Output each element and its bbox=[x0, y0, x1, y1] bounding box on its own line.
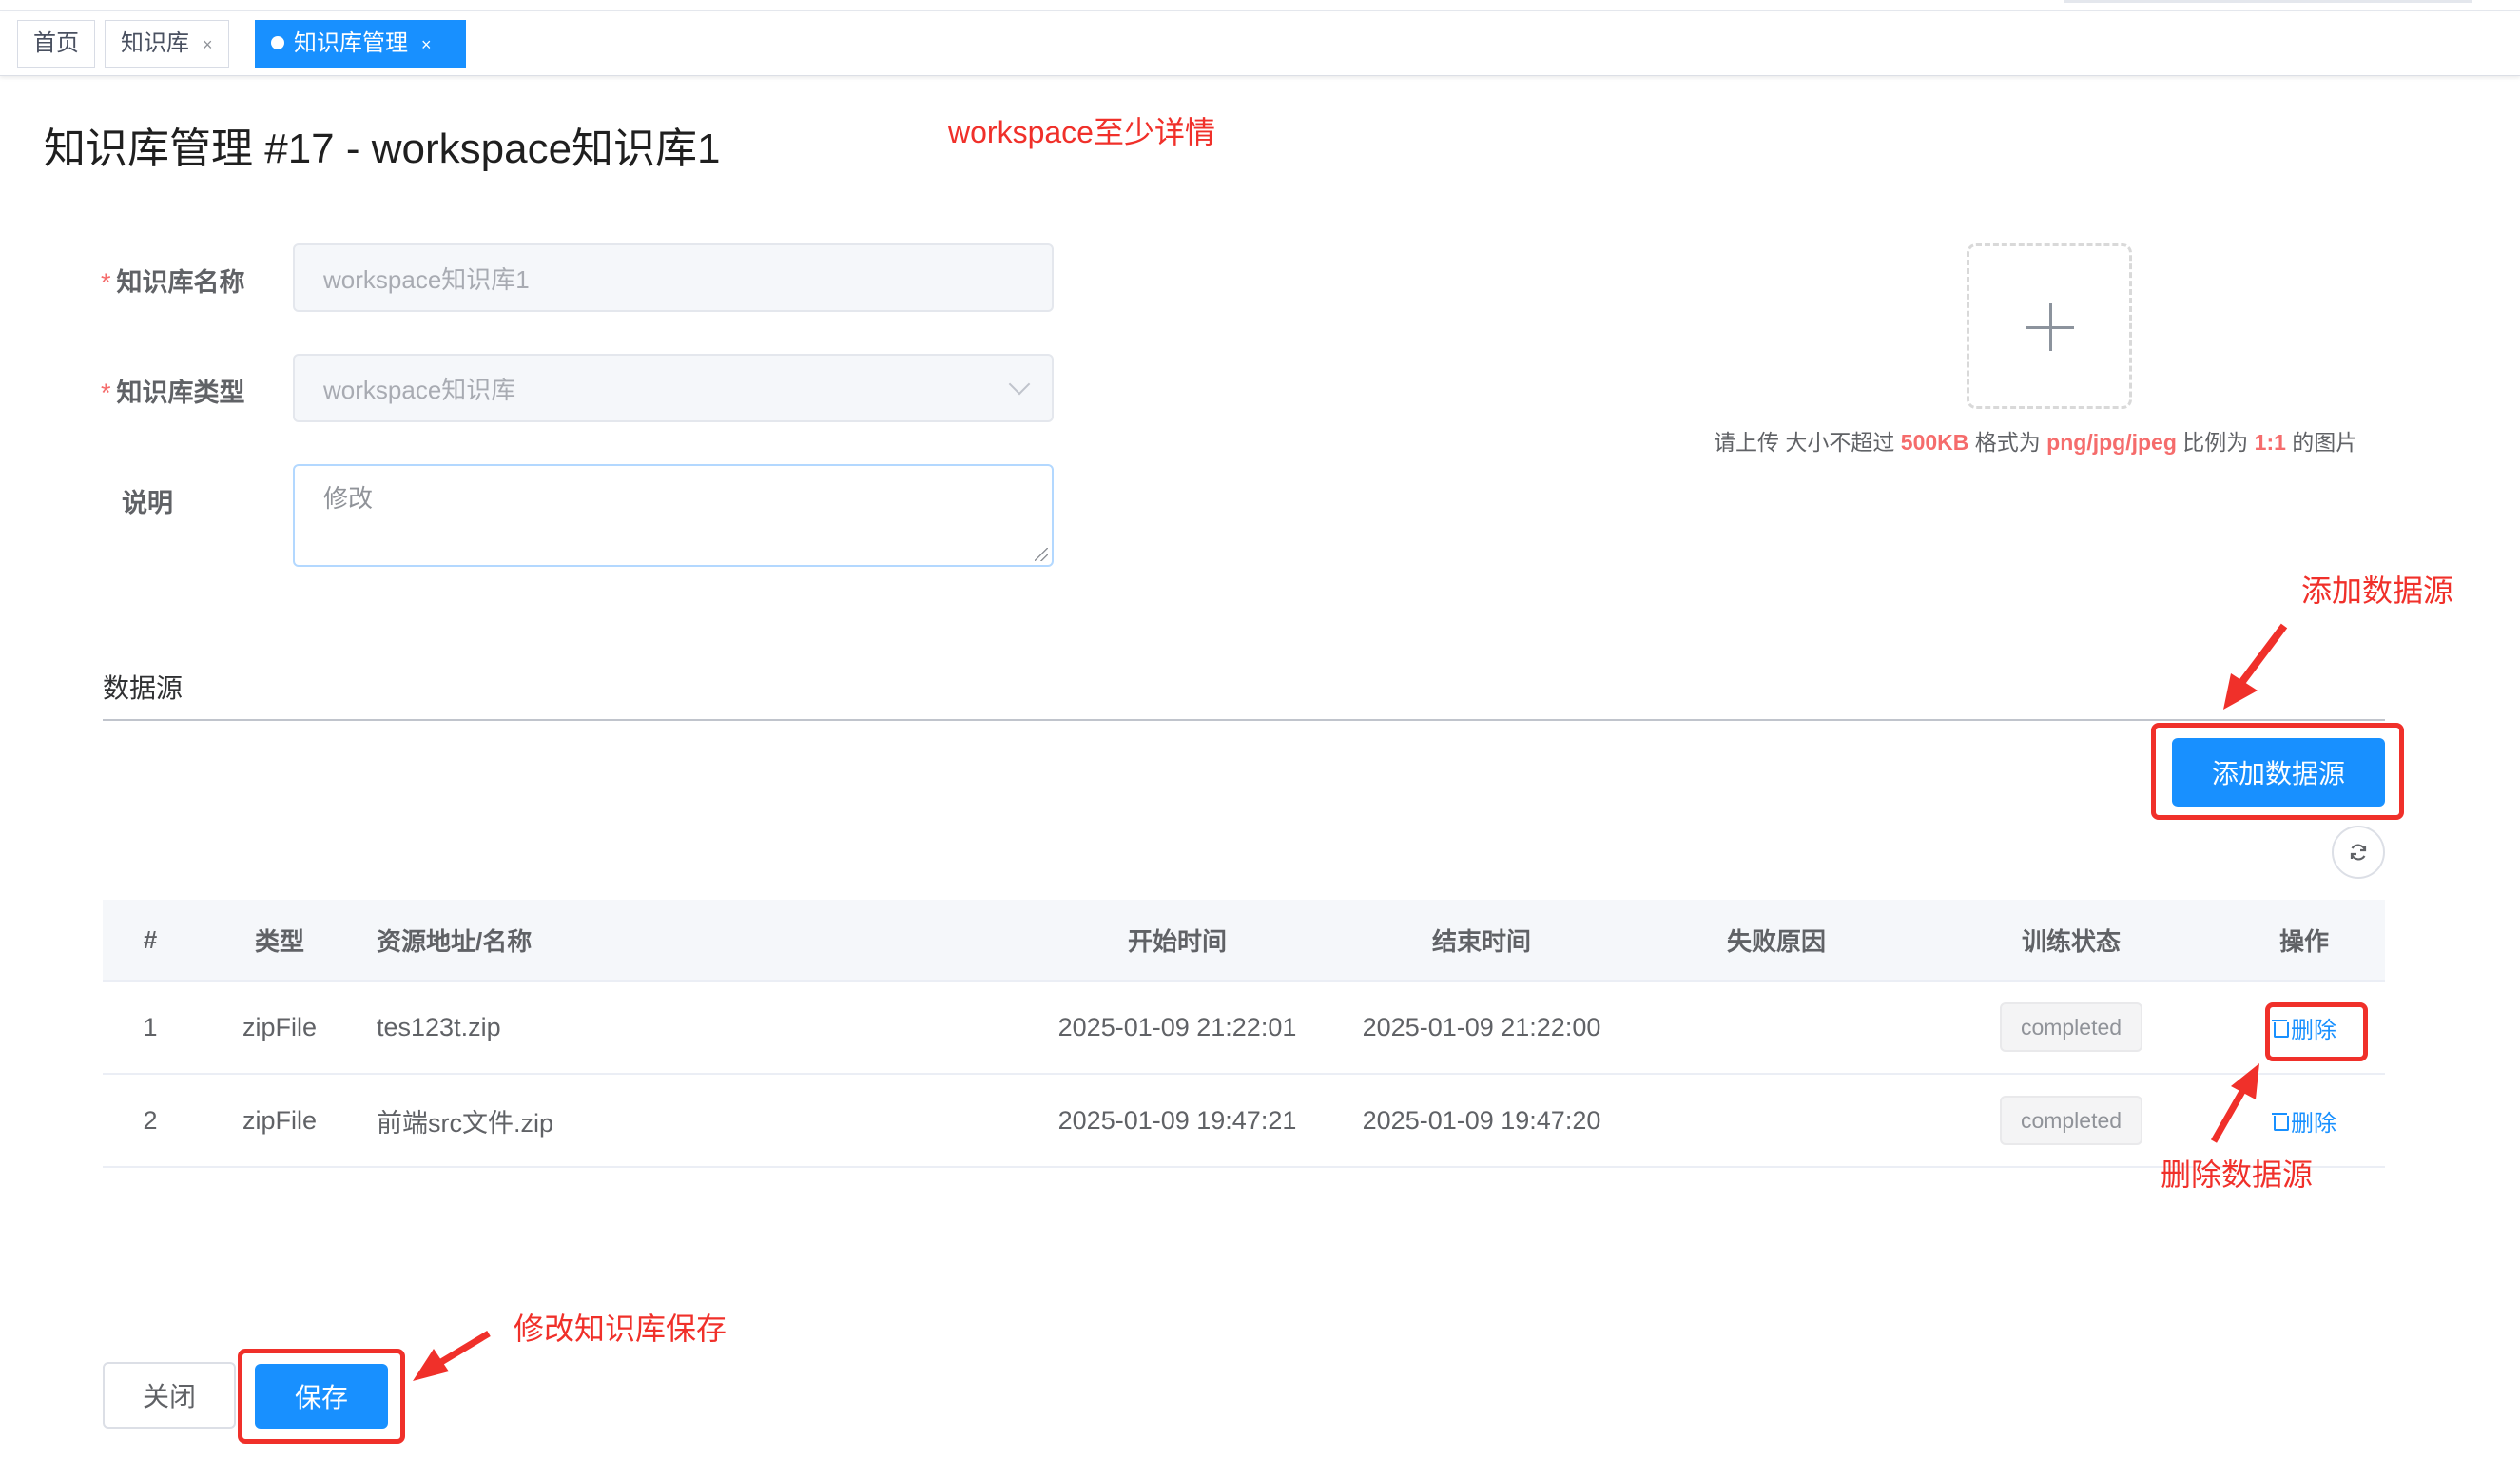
arrow-shaft bbox=[2235, 623, 2288, 690]
arrow-icon bbox=[2210, 1063, 2259, 1143]
row-resource: tes123t.zip bbox=[377, 1012, 501, 1041]
refresh-button[interactable] bbox=[2332, 826, 2385, 879]
trash-icon bbox=[2272, 1111, 2289, 1131]
upload-ratio: 1:1 bbox=[2254, 430, 2286, 455]
page-title: 知识库管理 #17 - workspace知识库1 bbox=[44, 126, 721, 172]
add-datasource-button[interactable]: 添加数据源 bbox=[2172, 738, 2385, 807]
delete-button[interactable]: 删除 bbox=[2272, 1104, 2336, 1138]
top-strip bbox=[0, 0, 2520, 11]
arrow-icon bbox=[413, 1330, 491, 1381]
row-num: 2 bbox=[143, 1105, 158, 1135]
name-label: * 知识库名称 bbox=[101, 262, 245, 299]
chevron-down-icon bbox=[1008, 373, 1031, 396]
row-type: zipFile bbox=[242, 1105, 318, 1135]
arrow-shaft bbox=[439, 1330, 491, 1366]
header-op: 操作 bbox=[2278, 926, 2329, 956]
desc-label: 说明 bbox=[122, 489, 173, 517]
page-root: 首页 知识库 × 知识库管理 × 知识库管理 #17 - workspace知识库1… bbox=[0, 0, 2520, 1459]
upload-tip-prefix: 请上传 大小不超过 bbox=[1714, 430, 1901, 455]
arrow-icon bbox=[2223, 623, 2288, 710]
upload-tip-suffix: 的图片 bbox=[2285, 430, 2358, 455]
row-resource: 前端src文件.zip bbox=[377, 1108, 554, 1138]
name-label-text: 知识库名称 bbox=[116, 268, 245, 297]
status-badge: completed bbox=[1999, 1002, 2143, 1052]
type-label-text: 知识库类型 bbox=[116, 379, 245, 407]
type-select-value: workspace知识库 bbox=[323, 375, 516, 404]
save-button[interactable]: 保存 bbox=[255, 1364, 388, 1429]
upload-size: 500KB bbox=[1900, 430, 1969, 455]
desc-textarea-value: 修改 bbox=[323, 484, 374, 513]
required-mark: * bbox=[101, 379, 111, 407]
table-row: 1 zipFile tes123t.zip 2025-01-09 21:22:0… bbox=[103, 982, 2385, 1075]
header-status: 训练状态 bbox=[2021, 926, 2121, 956]
header-start: 开始时间 bbox=[1127, 926, 1227, 956]
tab-knowledge-base[interactable]: 知识库 × bbox=[105, 20, 229, 68]
refresh-icon bbox=[2350, 844, 2367, 861]
status-badge: completed bbox=[1999, 1096, 2143, 1145]
header-end: 结束时间 bbox=[1431, 926, 1531, 956]
annotation-add-source: 添加数据源 bbox=[2301, 574, 2454, 608]
type-label: * 知识库类型 bbox=[101, 372, 245, 409]
tab-label: 知识库管理 bbox=[294, 30, 408, 56]
desc-textarea[interactable]: 修改 bbox=[293, 464, 1054, 567]
table-header: # 类型 资源地址/名称 开始时间 结束时间 失败原因 训练状态 操作 bbox=[103, 900, 2385, 982]
row-start: 2025-01-09 19:47:21 bbox=[1057, 1105, 1297, 1135]
upload-tip: 请上传 大小不超过 500KB 格式为 png/jpg/jpeg 比例为 1:1… bbox=[1714, 424, 2357, 457]
header-type: 类型 bbox=[254, 926, 304, 956]
upload-tip-mid: 格式为 bbox=[1968, 430, 2047, 455]
datasource-table: # 类型 资源地址/名称 开始时间 结束时间 失败原因 训练状态 操作 1 zi… bbox=[103, 900, 2385, 1168]
header-fail: 失败原因 bbox=[1726, 926, 1826, 956]
close-icon[interactable]: × bbox=[203, 35, 213, 54]
row-type: zipFile bbox=[242, 1012, 318, 1041]
required-mark: * bbox=[101, 268, 111, 297]
top-strip-segment bbox=[2064, 0, 2472, 3]
name-field[interactable]: workspace知识库1 bbox=[293, 243, 1054, 312]
tab-label: 知识库 bbox=[121, 30, 189, 56]
active-dot-icon bbox=[271, 36, 284, 49]
table-row: 2 zipFile 前端src文件.zip 2025-01-09 19:47:2… bbox=[103, 1075, 2385, 1168]
annotation-detail: workspace至少详情 bbox=[948, 115, 1215, 149]
close-button[interactable]: 关闭 bbox=[103, 1362, 236, 1429]
tab-label: 首页 bbox=[33, 30, 79, 56]
row-end: 2025-01-09 21:22:00 bbox=[1362, 1012, 1601, 1041]
highlight-delete bbox=[2265, 1002, 2368, 1061]
upload-tip-mid2: 比例为 bbox=[2176, 430, 2255, 455]
type-select[interactable]: workspace知识库 bbox=[293, 354, 1054, 422]
annotation-delete-source: 删除数据源 bbox=[2161, 1157, 2314, 1192]
annotation-save-edit: 修改知识库保存 bbox=[514, 1312, 727, 1346]
arrow-head bbox=[2231, 1063, 2259, 1099]
name-field-value: workspace知识库1 bbox=[323, 264, 530, 294]
tab-home[interactable]: 首页 bbox=[17, 20, 95, 68]
tab-knowledge-base-manage[interactable]: 知识库管理 × bbox=[255, 20, 466, 68]
upload-formats: png/jpg/jpeg bbox=[2046, 430, 2177, 455]
header-resource: 资源地址/名称 bbox=[377, 926, 533, 956]
plus-icon-vertical bbox=[2049, 303, 2052, 351]
image-uploader[interactable] bbox=[1967, 243, 2132, 409]
tags-bar: 首页 知识库 × 知识库管理 × bbox=[0, 13, 2520, 76]
row-fail bbox=[1634, 982, 1919, 1073]
row-num: 1 bbox=[143, 1012, 158, 1041]
resize-grip-icon[interactable] bbox=[1035, 548, 1048, 561]
row-end: 2025-01-09 19:47:20 bbox=[1362, 1105, 1601, 1135]
delete-label: 删除 bbox=[2291, 1110, 2336, 1137]
close-icon[interactable]: × bbox=[421, 35, 432, 54]
section-divider bbox=[103, 719, 2385, 721]
datasource-section-title: 数据源 bbox=[103, 673, 184, 703]
arrow-head bbox=[413, 1349, 449, 1381]
row-status-cell: completed bbox=[1919, 982, 2223, 1073]
arrow-shaft bbox=[2210, 1086, 2248, 1143]
header-num: # bbox=[143, 924, 158, 954]
row-fail bbox=[1634, 1075, 1919, 1166]
row-start: 2025-01-09 21:22:01 bbox=[1057, 1012, 1297, 1041]
